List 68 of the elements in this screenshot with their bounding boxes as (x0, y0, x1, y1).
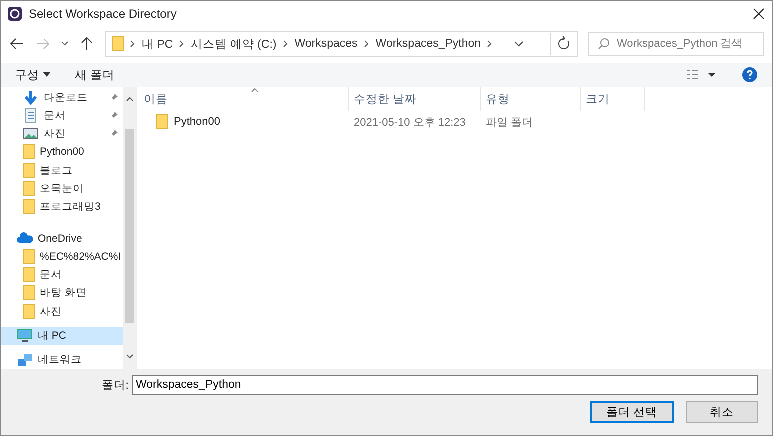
sidebar-item[interactable]: 내 PC (1, 326, 123, 345)
sidebar-item[interactable]: 사진 (1, 125, 123, 144)
sidebar-item[interactable]: Python00 (1, 143, 123, 162)
breadcrumb-item[interactable]: Workspaces (294, 38, 358, 50)
folder-label: 폴더: (102, 378, 129, 392)
organize-menu[interactable]: 구성 (15, 66, 51, 84)
computer-icon (17, 328, 33, 344)
sidebar-item[interactable]: 프로그래밍3 (1, 198, 123, 216)
table-cell-text: 파일 폴더 (485, 116, 534, 130)
cancel-button[interactable]: 취소 (686, 401, 758, 423)
scroll-up-icon[interactable] (126, 95, 134, 103)
back-arrow-icon[interactable] (9, 36, 25, 52)
chevron-icon (364, 40, 370, 48)
caret-icon (43, 72, 51, 78)
folder-icon (23, 267, 35, 284)
network-icon (17, 352, 33, 368)
sort-caret-icon (251, 87, 259, 93)
search-icon (598, 38, 610, 50)
scrollbar-thumb[interactable] (125, 129, 134, 323)
folder-icon (23, 285, 35, 302)
caret-icon[interactable] (61, 40, 69, 48)
sidebar-item[interactable]: 네트워크 (1, 350, 123, 369)
sidebar-item[interactable]: 문서 (1, 107, 123, 126)
column-header[interactable]: 수정한 날짜 (349, 87, 481, 111)
chevron-icon (179, 40, 186, 48)
search-field[interactable]: Workspaces_Python 검색 (588, 32, 764, 56)
sidebar-item[interactable]: 블로그 (1, 162, 123, 180)
column-header[interactable]: 유형 (481, 87, 581, 111)
picture-icon (23, 126, 39, 142)
sidebar-item[interactable]: 사진 (1, 302, 123, 321)
column-header[interactable]: 크기 (581, 87, 645, 111)
folder-icon (23, 180, 35, 197)
table-cell-text: 2021-05-10 오후 12:23 (353, 116, 467, 130)
dropdown-caret-icon[interactable] (514, 40, 524, 48)
download-arrow-icon (23, 90, 39, 106)
window-title: Select Workspace Directory (29, 7, 178, 21)
chevron-icon (282, 40, 289, 48)
folder-icon (23, 198, 35, 215)
sidebar-item[interactable]: 바탕 화면 (1, 284, 123, 303)
document-icon (23, 108, 39, 124)
chevron-icon (487, 40, 494, 48)
breadcrumb-item[interactable]: 시스템 예약 (C:) (191, 36, 277, 52)
chevron-icon (130, 40, 136, 48)
app-icon (7, 6, 23, 22)
address-bar[interactable]: 내 PC 시스템 예약 (C:) Workspaces Workspaces_Python (105, 31, 578, 57)
folder-name-field[interactable]: Workspaces_Python (132, 375, 758, 395)
folder-icon (23, 249, 35, 266)
help-icon[interactable] (742, 67, 758, 83)
column-header[interactable]: 이름 (139, 87, 349, 111)
view-options-icon[interactable] (686, 69, 718, 81)
folder-icon (23, 144, 35, 160)
breadcrumb-item[interactable]: 내 PC (142, 36, 174, 52)
sidebar-item[interactable]: 다운로드 (1, 89, 123, 108)
sidebar-item[interactable]: %EC%82%AC%I (1, 248, 123, 266)
select-folder-button[interactable]: 폴더 선택 (590, 401, 674, 423)
folder-icon (23, 162, 35, 179)
sidebar-item[interactable]: OneDrive (1, 230, 123, 248)
folder-icon (112, 36, 124, 52)
up-arrow-icon[interactable] (79, 36, 95, 52)
close-icon[interactable] (752, 7, 766, 21)
scroll-down-icon[interactable] (126, 353, 134, 361)
file-name-cell[interactable]: Python00 (139, 114, 349, 130)
breadcrumb-item[interactable]: Workspaces_Python (376, 38, 482, 50)
new-folder-button[interactable]: 새 폴더 (75, 66, 114, 84)
folder-icon (156, 114, 168, 130)
folder-icon (23, 304, 35, 320)
sidebar-item[interactable]: 문서 (1, 266, 123, 284)
sidebar-item[interactable]: 오목눈이 (1, 180, 123, 198)
